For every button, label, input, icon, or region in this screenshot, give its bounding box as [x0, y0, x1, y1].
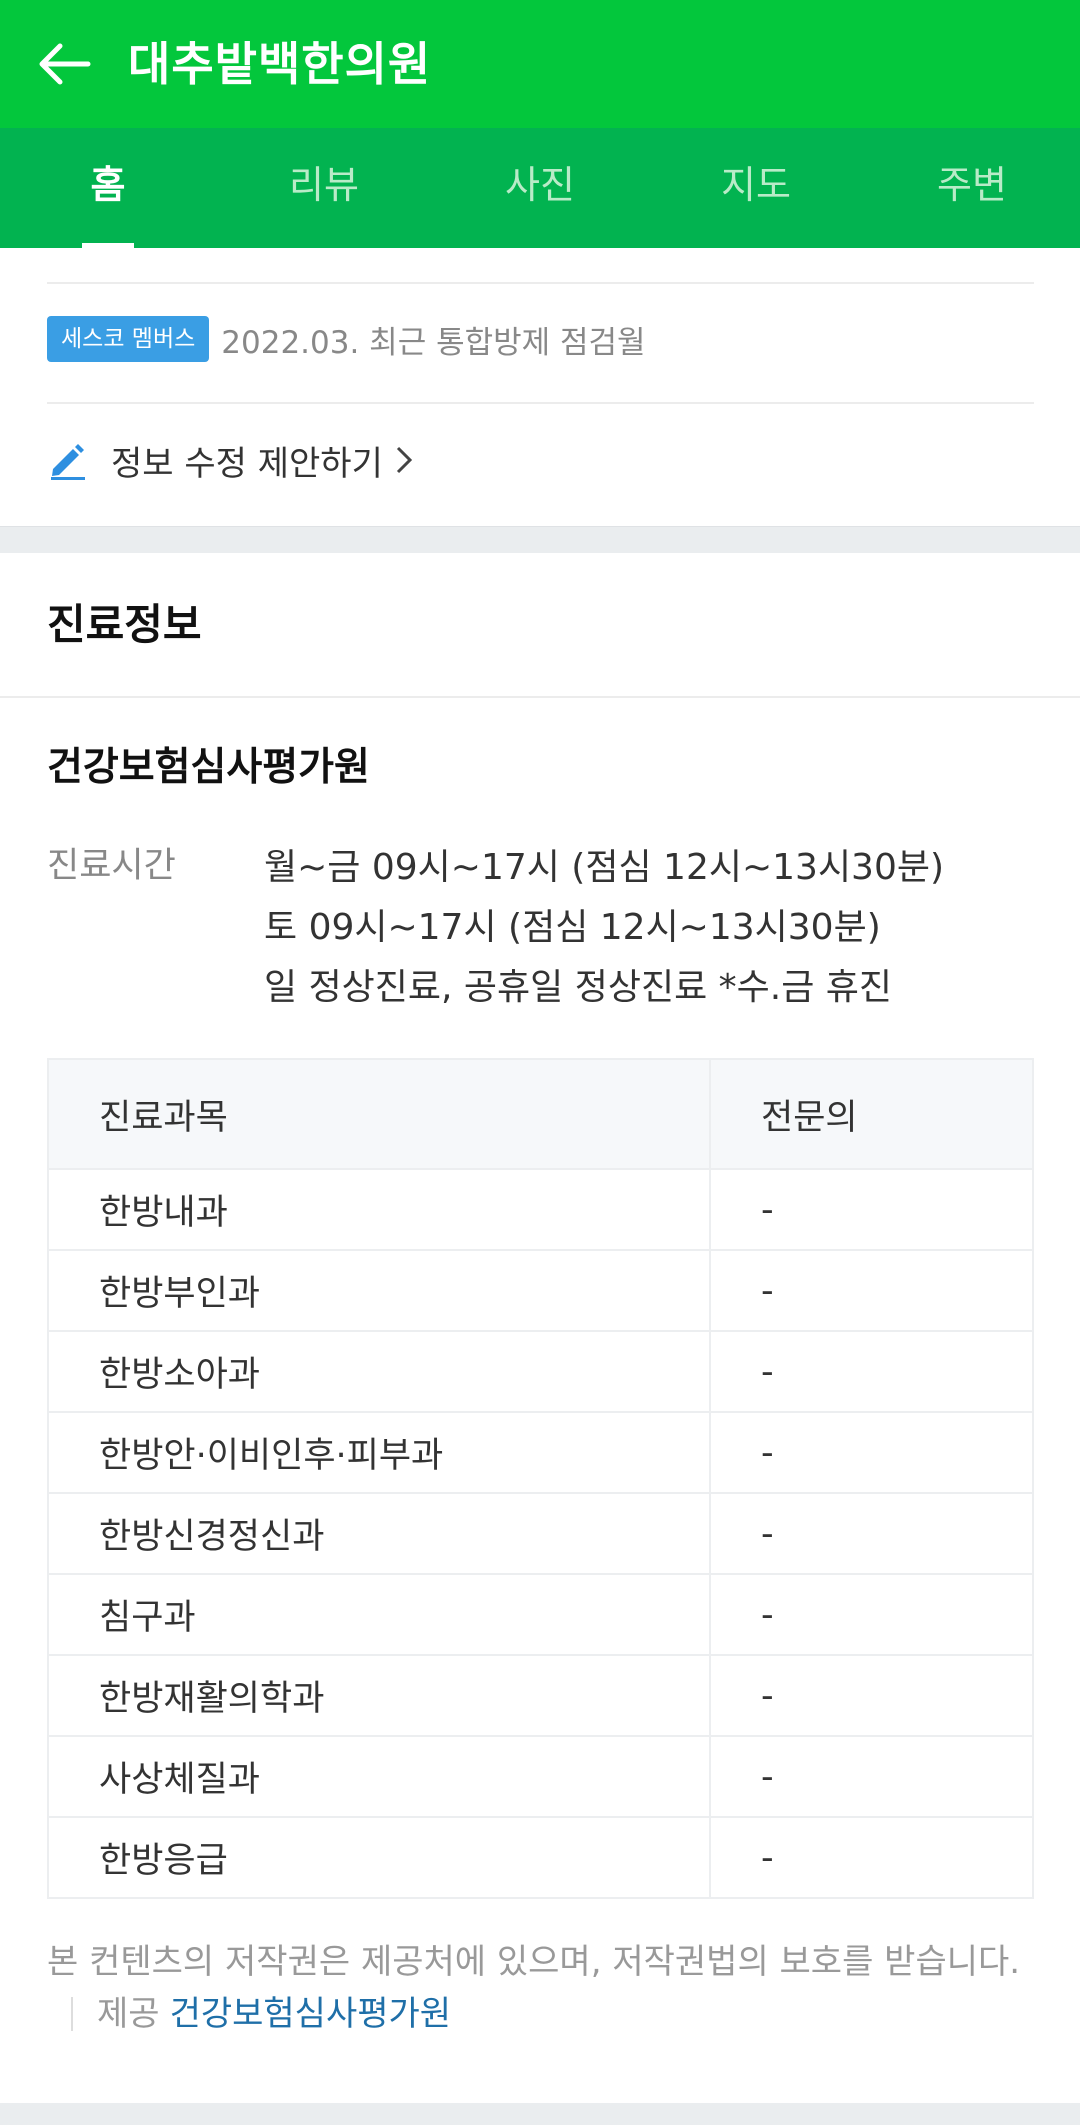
specialist-cell: -	[761, 1756, 774, 1797]
tab-label: 홈	[90, 163, 126, 207]
tab-nearby[interactable]: 주변	[864, 128, 1080, 248]
specialist-cell: -	[761, 1351, 774, 1392]
department-cell: 한방내과	[49, 1170, 711, 1249]
department-cell: 한방소아과	[49, 1332, 711, 1411]
pencil-icon	[51, 444, 85, 480]
hours-label: 진료시간	[47, 846, 176, 886]
department-cell: 한방신경정신과	[49, 1494, 711, 1573]
back-button[interactable]	[32, 34, 96, 94]
specialist-cell: -	[761, 1594, 774, 1635]
tab-label: 주변	[937, 163, 1007, 207]
table-row: 한방부인과 -	[49, 1249, 1032, 1330]
specialist-cell: -	[761, 1675, 774, 1716]
department-cell: 사상체질과	[49, 1737, 711, 1816]
tab-photos[interactable]: 사진	[432, 128, 648, 248]
table-row: 침구과 -	[49, 1573, 1032, 1654]
divider	[47, 402, 1034, 404]
tab-bar: 홈 리뷰 사진 지도 주변	[0, 128, 1080, 248]
table-row: 한방신경정신과 -	[49, 1492, 1032, 1573]
department-cell: 한방안·이비인후·피부과	[49, 1413, 711, 1492]
table-row: 한방내과 -	[49, 1168, 1032, 1249]
table-row: 한방응급 -	[49, 1816, 1032, 1897]
hours-details: 월~금 09시~17시 (점심 12시~13시30분) 토 09시~17시 (점…	[264, 838, 1064, 1018]
column-header-specialist: 전문의	[761, 1097, 858, 1138]
department-table: 진료과목 전문의 한방내과 - 한방부인과 - 한방소아과 - 한방안·이비인후…	[47, 1058, 1034, 1899]
tab-label: 리뷰	[289, 163, 359, 207]
section-title: 진료정보	[47, 600, 202, 649]
divider	[47, 282, 1034, 284]
department-cell: 한방응급	[49, 1818, 711, 1897]
specialist-cell: -	[761, 1189, 774, 1230]
copyright-text: 본 컨텐츠의 저작권은 제공처에 있으며, 저작권법의 보호를 받습니다.	[47, 1942, 1021, 1982]
tab-label: 사진	[505, 163, 575, 207]
page-title: 대추밭백한의원	[128, 37, 432, 91]
tab-map[interactable]: 지도	[648, 128, 864, 248]
source-title: 건강보험심사평가원	[47, 745, 370, 790]
cesco-info: 세스코 멤버스 2022.03. 최근 통합방제 점검월	[47, 314, 646, 364]
column-header-department: 진료과목	[49, 1060, 711, 1168]
cesco-badge: 세스코 멤버스	[47, 316, 210, 362]
provider-link[interactable]: 건강보험심사평가원	[170, 1994, 452, 2034]
table-row: 한방안·이비인후·피부과 -	[49, 1411, 1032, 1492]
table-header-row: 진료과목 전문의	[49, 1060, 1032, 1168]
tab-reviews[interactable]: 리뷰	[216, 128, 432, 248]
section-separator	[0, 526, 1080, 553]
active-tab-indicator	[82, 243, 134, 248]
specialist-cell: -	[761, 1432, 774, 1473]
department-cell: 한방부인과	[49, 1251, 711, 1330]
app-header: 대추밭백한의원	[0, 0, 1080, 128]
department-cell: 침구과	[49, 1575, 711, 1654]
cesco-text: 2022.03. 최근 통합방제 점검월	[221, 324, 646, 361]
divider	[0, 696, 1080, 698]
provider-label: 제공	[97, 1994, 160, 2034]
hours-line: 월~금 09시~17시 (점심 12시~13시30분)	[264, 847, 945, 888]
hours-line: 토 09시~17시 (점심 12시~13시30분)	[264, 907, 881, 948]
table-row: 사상체질과 -	[49, 1735, 1032, 1816]
hours-line: 일 정상진료, 공휴일 정상진료 *수.금 휴진	[264, 967, 893, 1008]
tab-home[interactable]: 홈	[0, 128, 216, 248]
separator	[71, 1997, 73, 2031]
section-separator	[0, 2103, 1080, 2125]
edit-suggestion-label: 정보 수정 제안하기	[111, 443, 383, 484]
specialist-cell: -	[761, 1270, 774, 1311]
copyright-note: 본 컨텐츠의 저작권은 제공처에 있으며, 저작권법의 보호를 받습니다. 제공 건…	[47, 1936, 1037, 2040]
chevron-right-icon	[396, 446, 412, 474]
arrow-left-icon	[39, 43, 91, 85]
tab-label: 지도	[721, 163, 791, 207]
specialist-cell: -	[761, 1837, 774, 1878]
department-cell: 한방재활의학과	[49, 1656, 711, 1735]
table-row: 한방재활의학과 -	[49, 1654, 1032, 1735]
table-row: 한방소아과 -	[49, 1330, 1032, 1411]
specialist-cell: -	[761, 1513, 774, 1554]
edit-suggestion-link[interactable]: 정보 수정 제안하기	[47, 432, 413, 488]
